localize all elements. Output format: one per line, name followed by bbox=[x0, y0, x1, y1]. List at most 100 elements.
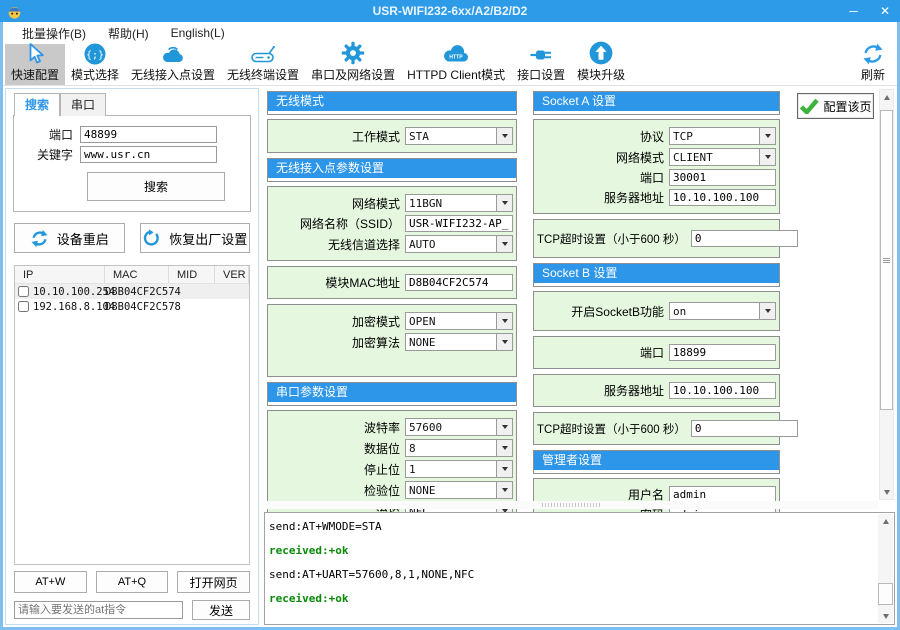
work-mode-select[interactable]: STA bbox=[405, 127, 513, 145]
stop-bits-select[interactable]: 1 bbox=[405, 460, 513, 478]
chevron-down-icon[interactable] bbox=[496, 482, 512, 498]
toolbar-module-upgrade[interactable]: 模块升级 bbox=[571, 44, 631, 85]
scrollbar-thumb[interactable] bbox=[878, 583, 893, 605]
open-webpage-button[interactable]: 打开网页 bbox=[177, 571, 250, 593]
socket-a-net-mode-select[interactable]: CLIENT bbox=[669, 148, 776, 166]
menu-english[interactable]: English(L) bbox=[160, 24, 236, 42]
config-column-sockets: Socket A 设置 协议 TCP 网络模式 CLIENT bbox=[533, 89, 780, 545]
scroll-down-button[interactable] bbox=[880, 485, 893, 499]
socket-b-server-input[interactable] bbox=[669, 382, 776, 399]
row-checkbox[interactable] bbox=[18, 301, 29, 312]
scroll-up-button[interactable] bbox=[878, 514, 893, 528]
reboot-device-button[interactable]: 设备重启 bbox=[14, 223, 125, 253]
toolbar-quick-config[interactable]: 快速配置 bbox=[5, 44, 65, 85]
at-w-button[interactable]: AT+W bbox=[14, 571, 87, 593]
chevron-down-icon[interactable] bbox=[496, 334, 512, 350]
chevron-down-icon[interactable] bbox=[759, 303, 775, 319]
table-row[interactable]: 10.10.100.254 D8B04CF2C574 bbox=[15, 284, 249, 299]
socket-a-timeout-input[interactable] bbox=[691, 230, 798, 247]
toolbar-interface-settings[interactable]: 接口设置 bbox=[511, 44, 571, 85]
protocol-select[interactable]: TCP bbox=[669, 127, 776, 145]
channel-select[interactable]: AUTO bbox=[405, 235, 513, 253]
toolbar-spacer bbox=[631, 44, 855, 85]
scroll-down-button[interactable] bbox=[878, 609, 893, 623]
at-command-buttons: AT+W AT+Q 打开网页 bbox=[14, 571, 250, 593]
device-ip: 10.10.100.254 bbox=[33, 286, 115, 298]
keyword-label: 关键字 bbox=[22, 146, 80, 163]
chevron-down-icon[interactable] bbox=[496, 128, 512, 144]
log-line: received:+ok bbox=[269, 539, 874, 563]
socket-a-server-input[interactable] bbox=[669, 189, 776, 206]
socket-b-enable-select[interactable]: on bbox=[669, 302, 776, 320]
apply-page-button[interactable]: 配置该页 bbox=[797, 93, 874, 119]
table-row[interactable]: 192.168.8.104 D8B04CF2C578 bbox=[15, 299, 249, 314]
chevron-down-icon[interactable] bbox=[496, 440, 512, 456]
keyword-input[interactable] bbox=[80, 146, 217, 163]
protocol-label: 协议 bbox=[537, 128, 669, 145]
group-socket-b-port: 端口 bbox=[533, 336, 780, 369]
factory-reset-button[interactable]: 恢复出厂设置 bbox=[140, 223, 251, 253]
toolbar-terminal-settings[interactable]: 无线终端设置 bbox=[221, 44, 305, 85]
chevron-down-icon[interactable] bbox=[496, 419, 512, 435]
toolbar-ap-settings[interactable]: 无线接入点设置 bbox=[125, 44, 221, 85]
chevron-down-icon[interactable] bbox=[496, 236, 512, 252]
minimize-button[interactable]: ─ bbox=[846, 0, 861, 22]
toolbar-label: 无线终端设置 bbox=[227, 66, 299, 83]
column-mac: MAC bbox=[105, 266, 169, 283]
at-command-input[interactable] bbox=[14, 601, 183, 619]
baud-label: 波特率 bbox=[271, 419, 405, 436]
chevron-down-icon[interactable] bbox=[759, 128, 775, 144]
parity-select[interactable]: NONE bbox=[405, 481, 513, 499]
config-horizontal-scrollbar[interactable] bbox=[264, 501, 878, 509]
scrollbar-track[interactable] bbox=[878, 528, 893, 609]
enc-alg-select[interactable]: NONE bbox=[405, 333, 513, 351]
enc-mode-select[interactable]: OPEN bbox=[405, 312, 513, 330]
chevron-down-icon[interactable] bbox=[496, 461, 512, 477]
section-title: Socket A 设置 bbox=[534, 92, 779, 111]
triangle-up-icon bbox=[884, 95, 890, 100]
toolbar-label: 无线接入点设置 bbox=[131, 66, 215, 83]
ssid-label: 网络名称（SSID） bbox=[271, 215, 405, 232]
at-q-button[interactable]: AT+Q bbox=[96, 571, 169, 593]
tab-serial[interactable]: 串口 bbox=[60, 93, 106, 116]
send-button[interactable]: 发送 bbox=[192, 600, 250, 620]
tab-search[interactable]: 搜索 bbox=[14, 93, 60, 116]
toolbar-mode-select[interactable]: {;} 模式选择 bbox=[65, 44, 125, 85]
socket-b-enable-label: 开启SocketB功能 bbox=[537, 303, 669, 320]
socket-b-timeout-input[interactable] bbox=[691, 420, 798, 437]
scroll-up-button[interactable] bbox=[880, 90, 893, 104]
row-checkbox[interactable] bbox=[18, 286, 29, 297]
group-wireless-mode: 工作模式 STA bbox=[267, 119, 517, 153]
socket-a-port-input[interactable] bbox=[669, 169, 776, 186]
device-ip: 192.168.8.104 bbox=[33, 301, 115, 313]
socket-b-port-input[interactable] bbox=[669, 344, 776, 361]
chevron-down-icon[interactable] bbox=[496, 313, 512, 329]
net-mode-select[interactable]: 11BGN bbox=[405, 194, 513, 212]
cursor-icon bbox=[23, 41, 47, 66]
titlebar[interactable]: USR-WIFI232-6xx/A2/B2/D2 ─ ✕ bbox=[0, 0, 900, 22]
toolbar-refresh[interactable]: 刷新 bbox=[855, 44, 895, 85]
scrollbar-track[interactable] bbox=[880, 104, 893, 485]
menu-help[interactable]: 帮助(H) bbox=[97, 23, 160, 44]
scrollbar-thumb[interactable] bbox=[880, 110, 893, 410]
chevron-down-icon[interactable] bbox=[496, 195, 512, 211]
config-vertical-scrollbar[interactable] bbox=[879, 89, 894, 500]
scrollbar-grip-icon bbox=[542, 503, 600, 507]
group-encryption: 加密模式 OPEN 加密算法 NONE bbox=[267, 304, 517, 377]
toolbar-httpd-client-mode[interactable]: HTTP HTTPD Client模式 bbox=[401, 44, 511, 85]
app-window: USR-WIFI232-6xx/A2/B2/D2 ─ ✕ 批量操作(B) 帮助(… bbox=[0, 0, 900, 630]
device-actions: 设备重启 恢复出厂设置 bbox=[14, 223, 250, 253]
log-vertical-scrollbar[interactable] bbox=[878, 514, 893, 623]
apply-page-label: 配置该页 bbox=[823, 98, 871, 115]
ssid-input[interactable] bbox=[405, 215, 513, 232]
data-bits-select[interactable]: 8 bbox=[405, 439, 513, 457]
search-button[interactable]: 搜索 bbox=[87, 172, 225, 201]
mac-input[interactable] bbox=[405, 274, 513, 291]
window-title: USR-WIFI232-6xx/A2/B2/D2 bbox=[0, 4, 900, 18]
baud-select[interactable]: 57600 bbox=[405, 418, 513, 436]
close-button[interactable]: ✕ bbox=[877, 0, 893, 22]
at-log-area[interactable]: send:AT+WMODE=STA received:+ok send:AT+U… bbox=[264, 512, 895, 625]
toolbar-serial-network-settings[interactable]: 串口及网络设置 bbox=[305, 44, 401, 85]
chevron-down-icon[interactable] bbox=[759, 149, 775, 165]
port-input[interactable] bbox=[80, 126, 217, 143]
